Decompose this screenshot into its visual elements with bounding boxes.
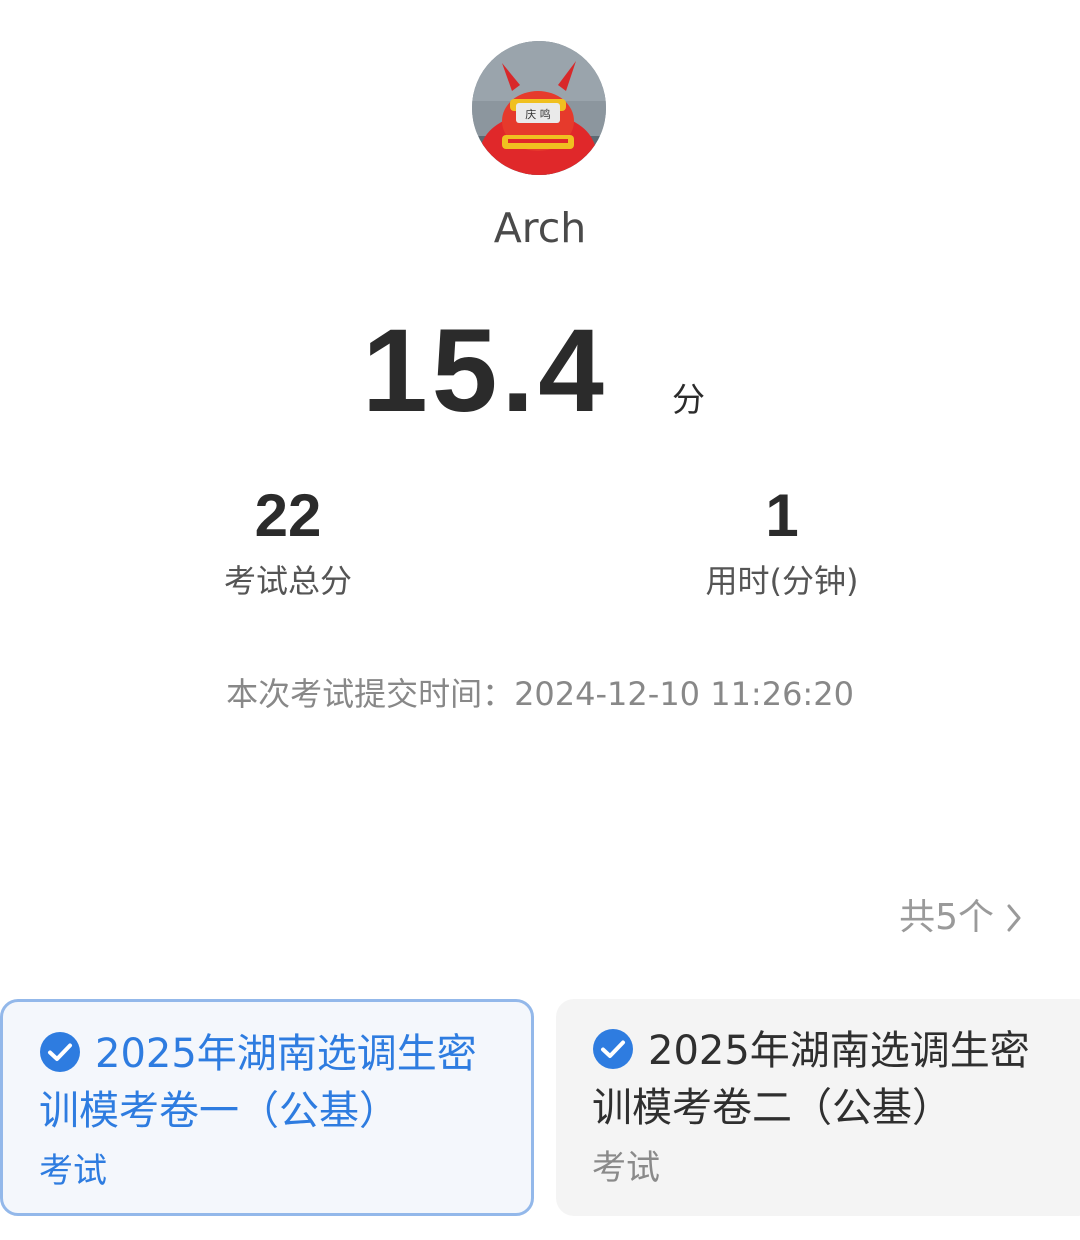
total-score-value: 22 <box>254 482 322 549</box>
exam-count-label: 共5个 <box>899 897 994 938</box>
svg-text:庆 鸣: 庆 鸣 <box>525 107 551 121</box>
check-circle-icon <box>593 1029 633 1069</box>
score-value: 15.4 <box>362 305 608 437</box>
username: Arch <box>493 204 587 252</box>
exam-card-type: 考试 <box>39 1151 107 1191</box>
exam-card-title-text: 2025年湖南选调生密训模考卷二（公基） <box>592 1028 1030 1131</box>
time-used-label: 用时(分钟) <box>705 562 859 600</box>
exam-card-type: 考试 <box>592 1148 660 1188</box>
check-circle-icon <box>40 1032 80 1072</box>
red-mascot-avatar-icon: 庆 鸣 <box>472 41 606 175</box>
exam-card-title: 2025年湖南选调生密训模考卷一（公基） <box>39 1026 509 1140</box>
score-unit: 分 <box>672 380 705 419</box>
chevron-right-icon <box>1007 904 1021 932</box>
time-used-value: 1 <box>765 482 799 549</box>
view-all-exams-link[interactable]: 共5个 <box>899 893 1022 943</box>
total-score-label: 考试总分 <box>223 562 352 600</box>
exam-card-2[interactable]: 2025年湖南选调生密训模考卷二（公基） 考试 <box>556 999 1080 1216</box>
avatar[interactable]: 庆 鸣 <box>472 41 606 175</box>
exam-card-title: 2025年湖南选调生密训模考卷二（公基） <box>592 1023 1062 1137</box>
exam-card-title-text: 2025年湖南选调生密训模考卷一（公基） <box>39 1031 477 1134</box>
exam-card-1[interactable]: 2025年湖南选调生密训模考卷一（公基） 考试 <box>0 999 534 1216</box>
submit-time: 本次考试提交时间：2024-12-10 11:26:20 <box>226 675 854 713</box>
